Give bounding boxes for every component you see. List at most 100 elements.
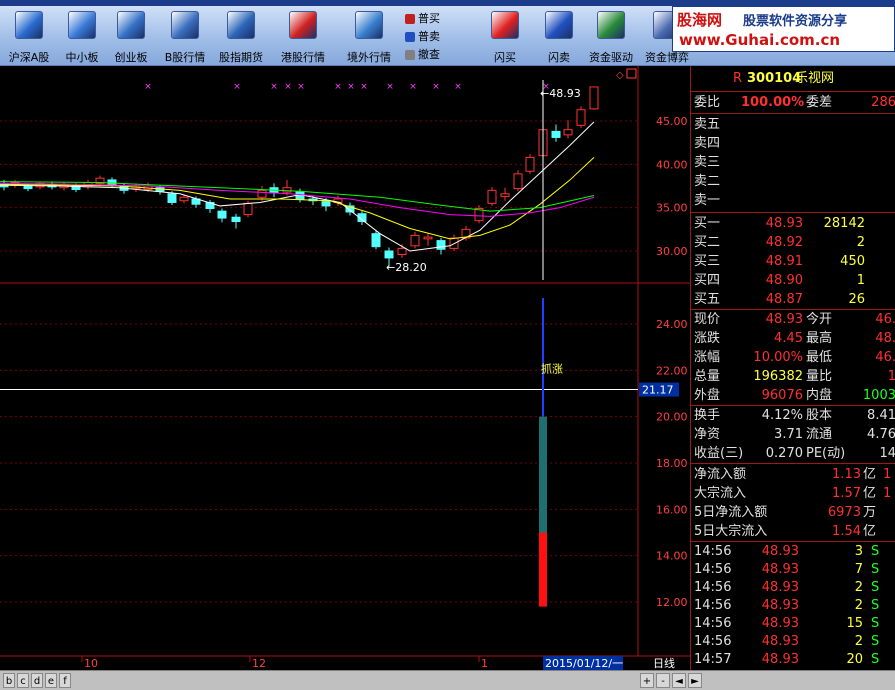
toolbar-button-hk-flower[interactable]: 港股行情 — [276, 6, 330, 66]
quote-label: 外盘 — [694, 388, 721, 403]
order-button-sell[interactable]: 普卖 — [405, 28, 440, 46]
toolbar-button-label: 股指期货 — [219, 51, 263, 64]
fundamental-label: 净资 — [694, 427, 721, 442]
sheet-tab-d[interactable]: d — [31, 673, 43, 688]
watermark-brand: 股海网 — [677, 11, 723, 29]
toolbar-button-grid-table[interactable]: 中小板 — [55, 6, 109, 66]
toolbar-button-globe-search[interactable]: 境外行情 — [342, 6, 396, 66]
buy-level-volume: 1 — [856, 273, 865, 288]
candle-body — [563, 129, 573, 136]
indicator-axis-label: 22.00 — [656, 364, 688, 377]
buy-level-row[interactable]: 买四 48.90 1 — [691, 271, 895, 290]
candle-body — [179, 196, 189, 202]
date-label: 12 — [252, 657, 266, 670]
chart-window-icon[interactable] — [626, 68, 637, 79]
toolbar-button-fund-drive[interactable]: 资金驱动 — [584, 6, 638, 66]
quote-value: 4.45 — [774, 331, 803, 346]
candle-body — [397, 247, 407, 255]
tick-volume: 2 — [854, 598, 863, 613]
toolbar-button-grid-rows[interactable]: B股行情 — [158, 6, 212, 66]
toolbar-button-label: 创业板 — [114, 51, 148, 64]
buy-level-row[interactable]: 买五 48.87 26 — [691, 290, 895, 309]
sheet-tab-c[interactable]: c — [17, 673, 29, 688]
chart-options-icon[interactable]: ◇ — [616, 70, 624, 81]
grid-table-icon — [68, 11, 96, 39]
toolbar-button-chart-grid[interactable]: 沪深A股 — [2, 6, 56, 66]
fundamental-label: PE(动) — [806, 446, 846, 461]
scroll-left-icon[interactable]: ◄ — [672, 673, 686, 688]
sell-level-row[interactable]: 卖三 — [691, 153, 895, 172]
indicator-axis-label: 24.00 — [656, 318, 688, 331]
scroll-right-icon[interactable]: ► — [688, 673, 702, 688]
tick-price: 48.93 — [761, 544, 799, 559]
sell-level-row[interactable]: 卖一 — [691, 191, 895, 210]
candle-body — [513, 173, 523, 190]
quote-value: 48. — [875, 331, 895, 346]
fundamental-row: 净资 3.71 流通 4.76 — [691, 425, 895, 444]
tick-time: 14:56 — [694, 544, 732, 559]
signal-marker: × — [233, 82, 241, 92]
sell-level-row[interactable]: 卖二 — [691, 172, 895, 191]
candle-body — [500, 193, 510, 197]
separator — [691, 212, 895, 213]
quote-row: 总量 196382 量比 1 — [691, 367, 895, 386]
quote-value: 96076 — [761, 388, 803, 403]
sell-level-row[interactable]: 卖四 — [691, 134, 895, 153]
stock-name: 乐视网 — [795, 71, 835, 86]
sell-level-label: 卖一 — [694, 193, 721, 208]
order-ratio-row: 委比 100.00% 委差 286 — [691, 93, 895, 112]
tick-price: 48.93 — [761, 598, 799, 613]
quick-sell-icon — [545, 11, 573, 39]
buy-level-volume: 2 — [856, 235, 865, 250]
fundamental-label: 收益(三) — [694, 446, 744, 461]
sheet-tab-f[interactable]: f — [59, 673, 71, 688]
stock-marker: R — [733, 71, 743, 86]
tick-volume: 2 — [854, 634, 863, 649]
sheet-tab-e[interactable]: e — [45, 673, 57, 688]
order-button-cancel-query[interactable]: 撤查 — [405, 46, 440, 64]
quote-label: 涨跌 — [694, 331, 721, 346]
price-axis-label: 30.00 — [656, 245, 688, 258]
buy-level-label: 买三 — [694, 254, 721, 269]
candle-body — [217, 210, 227, 219]
quote-value: 1 — [887, 369, 895, 384]
quote-label: 最低 — [806, 350, 833, 365]
zoom-out-button[interactable]: - — [656, 673, 670, 688]
fundamental-value: 8.41 — [867, 408, 895, 423]
period-selector[interactable]: 日线 — [653, 656, 675, 670]
flow-value: 6973 — [827, 505, 861, 520]
buy-level-price: 48.93 — [765, 216, 803, 231]
order-button-buy[interactable]: 普买 — [405, 10, 440, 28]
sell-level-row[interactable]: 卖五 — [691, 115, 895, 134]
tick-volume: 7 — [854, 562, 863, 577]
fund-flow-row: 大宗流入 1.57 亿 1 — [691, 484, 895, 503]
tick-row: 14:56 48.93 2 S — [691, 596, 895, 615]
tick-price: 48.93 — [761, 580, 799, 595]
candle-body — [321, 201, 331, 207]
tick-row: 14:56 48.93 15 S — [691, 614, 895, 633]
toolbar-button-quick-sell[interactable]: 闪卖 — [532, 6, 586, 66]
sheet-tab-b[interactable]: b — [3, 673, 15, 688]
low-price-label: ←28.20 — [386, 261, 427, 274]
toolbar-button-quick-buy[interactable]: 闪买 — [478, 6, 532, 66]
toolbar-button-label: 资金驱动 — [589, 51, 633, 64]
buy-level-row[interactable]: 买二 48.92 2 — [691, 233, 895, 252]
buy-level-row[interactable]: 买三 48.91 450 — [691, 252, 895, 271]
buy-level-row[interactable]: 买一 48.93 28142 — [691, 214, 895, 233]
toolbar-button-pen-chart[interactable]: 创业板 — [104, 6, 158, 66]
signal-marker: × — [284, 82, 292, 92]
weicha-value: 286 — [871, 95, 895, 110]
quote-value: 196382 — [753, 369, 803, 384]
toolbar-button-label: 港股行情 — [281, 51, 325, 64]
tick-price: 48.93 — [761, 616, 799, 631]
watermark-logo: 股海网 股票软件资源分享 www.Guhai.com.cn — [672, 6, 895, 52]
toolbar-button-futures-chart[interactable]: 股指期货 — [214, 6, 268, 66]
high-price-label: ←48.93 — [540, 87, 581, 100]
quick-buy-icon — [491, 11, 519, 39]
zoom-in-button[interactable]: + — [640, 673, 654, 688]
tick-time: 14:57 — [694, 652, 732, 667]
signal-marker: × — [347, 82, 355, 92]
tick-side: S — [871, 544, 880, 559]
kline-chart[interactable]: 45.00 40.00 35.00 30.00 24.00 22.00 20.00 18.00… — [0, 66, 690, 670]
flow-label: 5日大宗流入 — [694, 524, 768, 539]
